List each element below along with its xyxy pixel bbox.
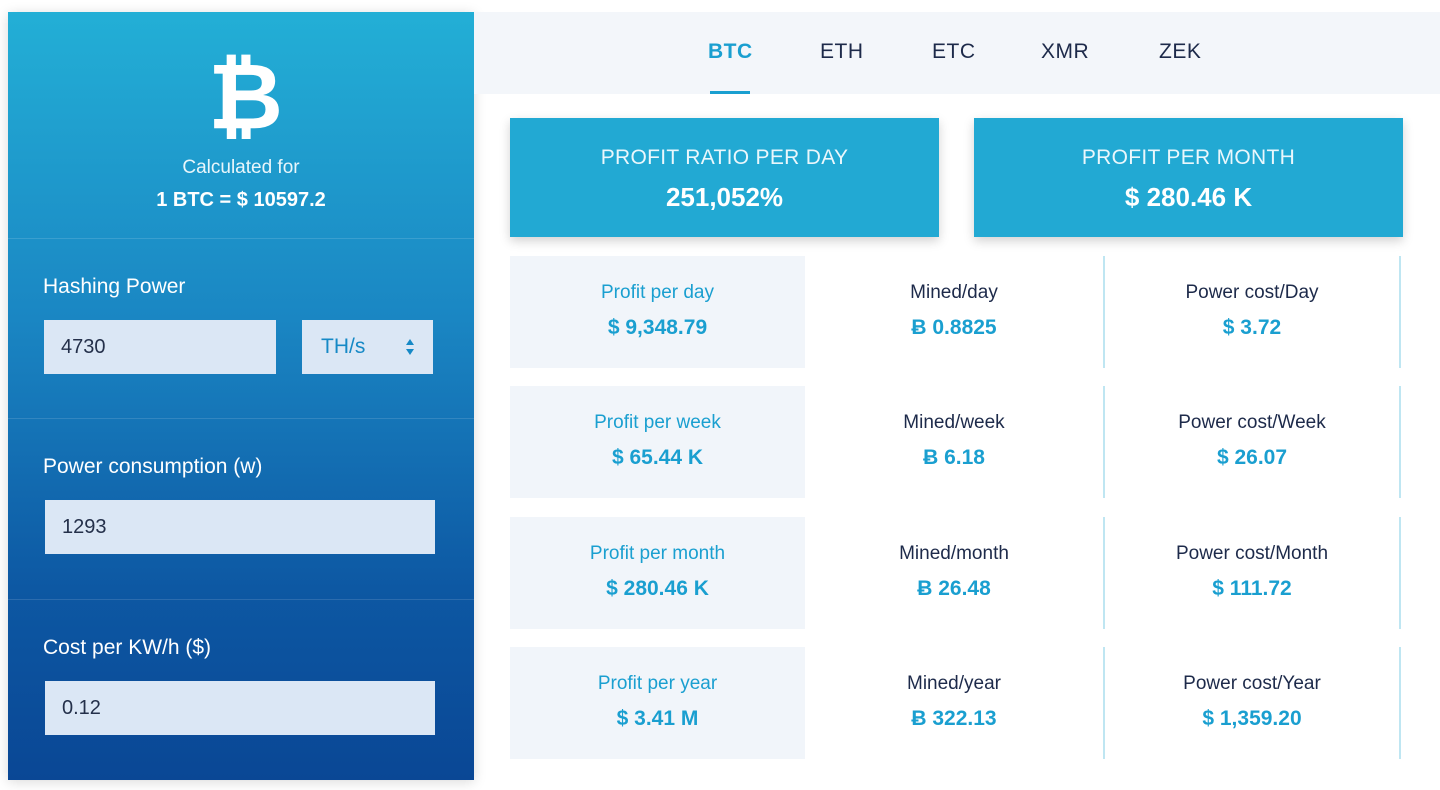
coin-header: ₿ Calculated for 1 BTC = $ 10597.2 <box>8 12 474 238</box>
calculated-for-label: Calculated for <box>182 157 300 178</box>
profit-cell: Profit per month $ 280.46 K <box>510 517 805 629</box>
profit-label: Profit per day <box>601 282 714 303</box>
mined-label: Mined/month <box>899 543 1009 564</box>
power-cost-cell: Power cost/Month $ 111.72 <box>1103 517 1401 629</box>
power-cost-label: Power cost/Year <box>1183 673 1321 694</box>
cost-per-kwh-section: Cost per KW/h ($) 0.12 <box>8 599 474 780</box>
mined-label: Mined/week <box>903 412 1005 433</box>
profit-ratio-label: PROFIT RATIO PER DAY <box>600 146 849 169</box>
hashing-power-label: Hashing Power <box>43 275 186 298</box>
tab-zek[interactable]: ZEK <box>1159 40 1201 64</box>
power-cost-value: $ 1,359.20 <box>1202 707 1302 730</box>
power-cost-label: Power cost/Week <box>1178 412 1326 433</box>
exchange-rate: 1 BTC = $ 10597.2 <box>156 189 326 211</box>
profit-cell: Profit per year $ 3.41 M <box>510 647 805 759</box>
profit-cell: Profit per week $ 65.44 K <box>510 386 805 498</box>
tab-xmr[interactable]: XMR <box>1041 40 1089 64</box>
power-cost-label: Power cost/Month <box>1175 543 1329 564</box>
profit-ratio-card: PROFIT RATIO PER DAY 251,052% <box>510 118 939 237</box>
bitcoin-icon: ₿ <box>208 43 283 150</box>
mined-cell: Mined/year Ƀ 322.13 <box>805 647 1103 759</box>
power-cost-value: $ 26.07 <box>1216 446 1288 469</box>
cost-per-kwh-input[interactable]: 0.12 <box>45 681 435 735</box>
stats-row-month: Profit per month $ 280.46 K Mined/month … <box>510 517 1402 629</box>
mined-cell: Mined/day Ƀ 0.8825 <box>805 256 1103 368</box>
profit-value: $ 3.41 M <box>616 707 699 730</box>
profit-month-value: $ 280.46 K <box>1124 182 1253 212</box>
calculator-panel: ₿ Calculated for 1 BTC = $ 10597.2 Hashi… <box>8 12 474 780</box>
tab-etc[interactable]: ETC <box>932 40 976 64</box>
profit-value: $ 65.44 K <box>611 446 704 469</box>
mined-cell: Mined/month Ƀ 26.48 <box>805 517 1103 629</box>
profit-label: Profit per week <box>594 412 721 433</box>
profit-value: $ 9,348.79 <box>607 316 708 339</box>
profit-cell: Profit per day $ 9,348.79 <box>510 256 805 368</box>
cost-per-kwh-label: Cost per KW/h ($) <box>43 636 212 659</box>
coin-tabs: BTC ETH ETC XMR ZEK <box>474 12 1440 94</box>
stats-row-year: Profit per year $ 3.41 M Mined/year Ƀ 32… <box>510 647 1402 759</box>
mined-cell: Mined/week Ƀ 6.18 <box>805 386 1103 498</box>
hashing-unit-value: TH/s <box>321 335 366 358</box>
hashing-unit-select[interactable]: TH/s <box>302 320 433 374</box>
mined-label: Mined/day <box>910 282 998 303</box>
profit-month-label: PROFIT PER MONTH <box>1081 146 1296 169</box>
profit-ratio-value: 251,052% <box>665 182 784 212</box>
tab-eth[interactable]: ETH <box>820 40 864 64</box>
mined-value: Ƀ 0.8825 <box>911 316 997 339</box>
profit-value: $ 280.46 K <box>606 577 709 600</box>
power-cost-value: $ 3.72 <box>1222 316 1282 339</box>
power-cost-label: Power cost/Day <box>1185 282 1319 303</box>
profit-label: Profit per year <box>597 673 718 694</box>
power-cost-value: $ 111.72 <box>1212 577 1292 600</box>
stats-row-week: Profit per week $ 65.44 K Mined/week Ƀ 6… <box>510 386 1402 498</box>
stats-row-day: Profit per day $ 9,348.79 Mined/day Ƀ 0.… <box>510 256 1402 368</box>
power-consumption-label: Power consumption (w) <box>43 455 263 478</box>
profit-month-card: PROFIT PER MONTH $ 280.46 K <box>974 118 1403 237</box>
power-consumption-section: Power consumption (w) 1293 <box>8 418 474 599</box>
updown-arrows-icon <box>406 339 414 355</box>
power-cost-cell: Power cost/Year $ 1,359.20 <box>1103 647 1401 759</box>
profit-label: Profit per month <box>589 543 726 564</box>
power-cost-cell: Power cost/Week $ 26.07 <box>1103 386 1401 498</box>
active-tab-indicator <box>710 91 750 94</box>
mined-value: Ƀ 6.18 <box>923 446 985 469</box>
mined-value: Ƀ 322.13 <box>911 707 997 730</box>
hashing-power-section: Hashing Power 4730 TH/s <box>8 238 474 418</box>
power-consumption-input[interactable]: 1293 <box>45 500 435 554</box>
tab-btc[interactable]: BTC <box>708 40 753 64</box>
hashing-power-input[interactable]: 4730 <box>44 320 276 374</box>
power-cost-cell: Power cost/Day $ 3.72 <box>1103 256 1401 368</box>
mined-label: Mined/year <box>907 673 1001 694</box>
mined-value: Ƀ 26.48 <box>917 577 991 600</box>
